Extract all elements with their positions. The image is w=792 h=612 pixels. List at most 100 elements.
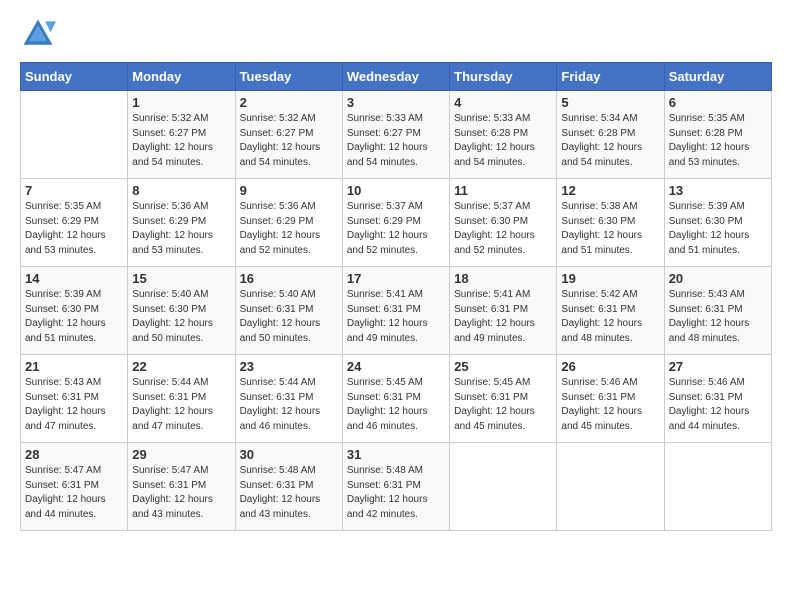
week-row-4: 21Sunrise: 5:43 AM Sunset: 6:31 PM Dayli… — [21, 355, 772, 443]
day-info: Sunrise: 5:36 AM Sunset: 6:29 PM Dayligh… — [240, 200, 338, 258]
day-header-thursday: Thursday — [450, 63, 557, 91]
day-number: 19 — [561, 271, 659, 286]
calendar-cell: 29 Sunrise: 5:47 AM Sunset: 6:31 PM Dayli… — [128, 443, 235, 531]
day-number: 29 — [132, 447, 230, 462]
day-info: Sunrise: 5:44 AM Sunset: 6:31 PM Dayligh… — [132, 376, 230, 434]
day-number: 30 — [240, 447, 338, 462]
day-number: 31 — [347, 447, 445, 462]
day-info: Sunrise: 5:34 AM Sunset: 6:28 PM Dayligh… — [561, 112, 659, 170]
day-number: 23 — [240, 359, 338, 374]
calendar-cell: 2 Sunrise: 5:32 AM Sunset: 6:27 PM Daylig… — [235, 91, 342, 179]
calendar-table: SundayMondayTuesdayWednesdayThursdayFrid… — [20, 62, 772, 531]
calendar-cell — [21, 91, 128, 179]
calendar-cell: 9 Sunrise: 5:36 AM Sunset: 6:29 PM Daylig… — [235, 179, 342, 267]
calendar-cell: 16 Sunrise: 5:40 AM Sunset: 6:31 PM Dayli… — [235, 267, 342, 355]
day-number: 5 — [561, 95, 659, 110]
day-info: Sunrise: 5:43 AM Sunset: 6:31 PM Dayligh… — [669, 288, 767, 346]
calendar-cell: 18Sunrise: 5:41 AM Sunset: 6:31 PM Dayli… — [450, 267, 557, 355]
calendar-cell: 20 Sunrise: 5:43 AM Sunset: 6:31 PM Dayli… — [664, 267, 771, 355]
calendar-cell: 13 Sunrise: 5:39 AM Sunset: 6:30 PM Dayli… — [664, 179, 771, 267]
calendar-cell: 17 Sunrise: 5:41 AM Sunset: 6:31 PM Dayli… — [342, 267, 449, 355]
calendar-cell: 19 Sunrise: 5:42 AM Sunset: 6:31 PM Dayli… — [557, 267, 664, 355]
calendar-cell: 1 Sunrise: 5:32 AM Sunset: 6:27 PM Daylig… — [128, 91, 235, 179]
calendar-cell: 7Sunrise: 5:35 AM Sunset: 6:29 PM Daylig… — [21, 179, 128, 267]
day-number: 15 — [132, 271, 230, 286]
calendar-cell: 30 Sunrise: 5:48 AM Sunset: 6:31 PM Dayli… — [235, 443, 342, 531]
day-info: Sunrise: 5:40 AM Sunset: 6:31 PM Dayligh… — [240, 288, 338, 346]
day-info: Sunrise: 5:46 AM Sunset: 6:31 PM Dayligh… — [669, 376, 767, 434]
calendar-cell: 25 Sunrise: 5:45 AM Sunset: 6:31 PM Dayli… — [450, 355, 557, 443]
day-number: 20 — [669, 271, 767, 286]
day-info: Sunrise: 5:42 AM Sunset: 6:31 PM Dayligh… — [561, 288, 659, 346]
day-number: 4 — [454, 95, 552, 110]
calendar-cell: 23Sunrise: 5:44 AM Sunset: 6:31 PM Dayli… — [235, 355, 342, 443]
day-number: 9 — [240, 183, 338, 198]
calendar-cell: 12 Sunrise: 5:38 AM Sunset: 6:30 PM Dayli… — [557, 179, 664, 267]
calendar-cell: 5 Sunrise: 5:34 AM Sunset: 6:28 PM Daylig… — [557, 91, 664, 179]
week-row-3: 14Sunrise: 5:39 AM Sunset: 6:30 PM Dayli… — [21, 267, 772, 355]
day-number: 21 — [25, 359, 123, 374]
calendar-cell: 28Sunrise: 5:47 AM Sunset: 6:31 PM Dayli… — [21, 443, 128, 531]
day-number: 17 — [347, 271, 445, 286]
calendar-cell: 24 Sunrise: 5:45 AM Sunset: 6:31 PM Dayli… — [342, 355, 449, 443]
calendar-cell: 6 Sunrise: 5:35 AM Sunset: 6:28 PM Daylig… — [664, 91, 771, 179]
day-info: Sunrise: 5:33 AM Sunset: 6:27 PM Dayligh… — [347, 112, 445, 170]
day-number: 28 — [25, 447, 123, 462]
calendar-cell: 31 Sunrise: 5:48 AM Sunset: 6:31 PM Dayli… — [342, 443, 449, 531]
day-number: 2 — [240, 95, 338, 110]
day-info: Sunrise: 5:45 AM Sunset: 6:31 PM Dayligh… — [347, 376, 445, 434]
calendar-cell: 22 Sunrise: 5:44 AM Sunset: 6:31 PM Dayli… — [128, 355, 235, 443]
day-info: Sunrise: 5:40 AM Sunset: 6:30 PM Dayligh… — [132, 288, 230, 346]
calendar-cell: 21Sunrise: 5:43 AM Sunset: 6:31 PM Dayli… — [21, 355, 128, 443]
day-info: Sunrise: 5:37 AM Sunset: 6:29 PM Dayligh… — [347, 200, 445, 258]
calendar-cell — [557, 443, 664, 531]
calendar-cell: 26Sunrise: 5:46 AM Sunset: 6:31 PM Dayli… — [557, 355, 664, 443]
day-number: 1 — [132, 95, 230, 110]
day-header-monday: Monday — [128, 63, 235, 91]
day-info: Sunrise: 5:46 AM Sunset: 6:31 PM Dayligh… — [561, 376, 659, 434]
day-number: 18 — [454, 271, 552, 286]
day-header-sunday: Sunday — [21, 63, 128, 91]
day-number: 27 — [669, 359, 767, 374]
day-number: 25 — [454, 359, 552, 374]
logo — [20, 16, 60, 52]
day-info: Sunrise: 5:35 AM Sunset: 6:29 PM Dayligh… — [25, 200, 123, 258]
day-number: 8 — [132, 183, 230, 198]
day-info: Sunrise: 5:39 AM Sunset: 6:30 PM Dayligh… — [669, 200, 767, 258]
day-header-saturday: Saturday — [664, 63, 771, 91]
day-info: Sunrise: 5:32 AM Sunset: 6:27 PM Dayligh… — [132, 112, 230, 170]
calendar-cell: 14Sunrise: 5:39 AM Sunset: 6:30 PM Dayli… — [21, 267, 128, 355]
day-info: Sunrise: 5:41 AM Sunset: 6:31 PM Dayligh… — [347, 288, 445, 346]
calendar-cell: 15 Sunrise: 5:40 AM Sunset: 6:30 PM Dayli… — [128, 267, 235, 355]
day-info: Sunrise: 5:38 AM Sunset: 6:30 PM Dayligh… — [561, 200, 659, 258]
day-number: 10 — [347, 183, 445, 198]
day-info: Sunrise: 5:47 AM Sunset: 6:31 PM Dayligh… — [132, 464, 230, 522]
day-info: Sunrise: 5:33 AM Sunset: 6:28 PM Dayligh… — [454, 112, 552, 170]
day-info: Sunrise: 5:32 AM Sunset: 6:27 PM Dayligh… — [240, 112, 338, 170]
calendar-cell: 11Sunrise: 5:37 AM Sunset: 6:30 PM Dayli… — [450, 179, 557, 267]
day-header-wednesday: Wednesday — [342, 63, 449, 91]
week-row-1: 1 Sunrise: 5:32 AM Sunset: 6:27 PM Daylig… — [21, 91, 772, 179]
day-number: 3 — [347, 95, 445, 110]
day-number: 6 — [669, 95, 767, 110]
calendar-cell — [450, 443, 557, 531]
week-row-2: 7Sunrise: 5:35 AM Sunset: 6:29 PM Daylig… — [21, 179, 772, 267]
calendar-cell: 10 Sunrise: 5:37 AM Sunset: 6:29 PM Dayli… — [342, 179, 449, 267]
day-number: 13 — [669, 183, 767, 198]
day-number: 22 — [132, 359, 230, 374]
calendar-cell: 27 Sunrise: 5:46 AM Sunset: 6:31 PM Dayli… — [664, 355, 771, 443]
day-number: 12 — [561, 183, 659, 198]
day-number: 11 — [454, 183, 552, 198]
day-number: 16 — [240, 271, 338, 286]
day-info: Sunrise: 5:45 AM Sunset: 6:31 PM Dayligh… — [454, 376, 552, 434]
day-info: Sunrise: 5:48 AM Sunset: 6:31 PM Dayligh… — [347, 464, 445, 522]
day-info: Sunrise: 5:48 AM Sunset: 6:31 PM Dayligh… — [240, 464, 338, 522]
calendar-cell: 8 Sunrise: 5:36 AM Sunset: 6:29 PM Daylig… — [128, 179, 235, 267]
header — [20, 16, 772, 52]
day-info: Sunrise: 5:36 AM Sunset: 6:29 PM Dayligh… — [132, 200, 230, 258]
day-info: Sunrise: 5:35 AM Sunset: 6:28 PM Dayligh… — [669, 112, 767, 170]
day-number: 14 — [25, 271, 123, 286]
logo-icon — [20, 16, 56, 52]
week-row-5: 28 Sunrise: 5:47 AM Sunset: 6:31 PM Dayli… — [21, 443, 772, 531]
day-number: 24 — [347, 359, 445, 374]
